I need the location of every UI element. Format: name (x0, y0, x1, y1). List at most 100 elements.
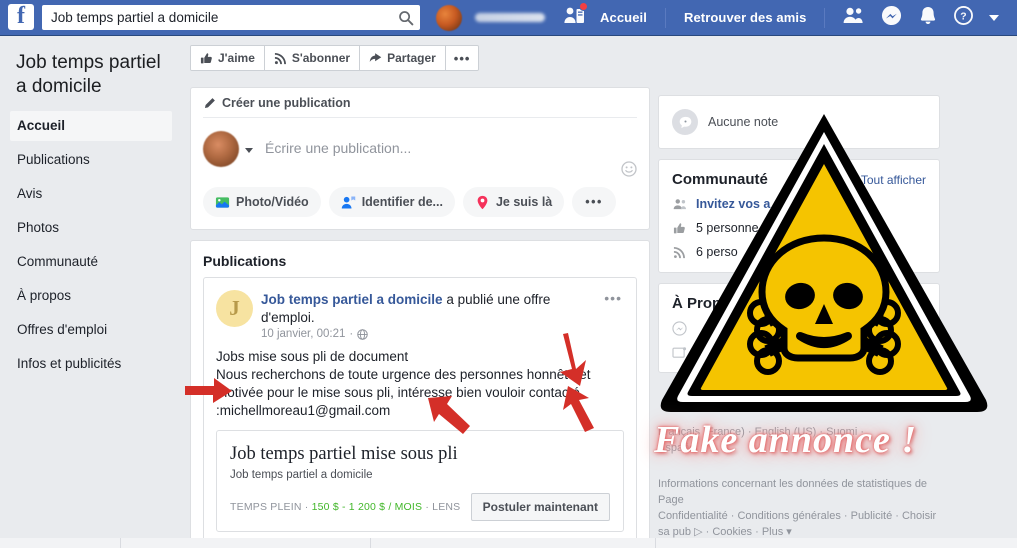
about-card: À Prop (658, 283, 940, 373)
bottom-strip (0, 538, 1017, 548)
facebook-logo-icon[interactable]: f (8, 3, 34, 30)
footer-languages-line2[interactable]: Español (658, 440, 950, 456)
job-sep-1: · (301, 501, 312, 513)
main-column: J'aime S'abonner Partager ••• Créer une … (190, 37, 650, 548)
checkin-label: Je suis là (495, 195, 553, 209)
right-column: Aucune note Communauté Tout afficher Inv… (658, 95, 940, 383)
post-timestamp[interactable]: 10 janvier, 00:21 (261, 328, 345, 340)
subscribe-button-label: S'abonner (291, 51, 351, 65)
user-avatar[interactable] (436, 4, 462, 31)
note-icon (672, 109, 698, 135)
help-icon[interactable]: ? (954, 5, 974, 30)
emoji-icon[interactable] (621, 161, 637, 177)
top-navigation-bar: f Accueil Retrouver des amis (0, 0, 1017, 36)
user-name-blurred[interactable] (475, 13, 545, 22)
job-type: TEMPS PLEIN (230, 501, 302, 513)
publications-section: Publications J Job temps partiel a domic… (190, 240, 650, 548)
tag-person-button[interactable]: Identifier de... (328, 187, 455, 217)
sidebar-item-accueil[interactable]: Accueil (10, 111, 172, 141)
community-title: Communauté (672, 171, 768, 188)
friends-icon[interactable] (842, 6, 865, 29)
search-box[interactable] (42, 5, 420, 30)
like-button[interactable]: J'aime (191, 46, 265, 70)
search-icon[interactable] (398, 10, 414, 26)
post: J Job temps partiel a domicile a publié … (203, 277, 637, 548)
follow-rss-icon (672, 246, 687, 259)
svg-text:?: ? (961, 11, 967, 22)
about-card-padding (659, 364, 939, 372)
checkin-button[interactable]: Je suis là (462, 187, 565, 217)
thumbs-up-icon (200, 52, 212, 63)
sidebar-item-publications[interactable]: Publications (10, 145, 172, 175)
sidebar-item-offres-emploi[interactable]: Offres d'emploi (10, 315, 172, 345)
page-title: Job temps partiel a domicile (16, 52, 161, 97)
rss-icon (274, 52, 286, 64)
more-options-button[interactable]: ••• (445, 46, 479, 70)
about-messenger-row[interactable] (659, 316, 939, 341)
page-likes-row[interactable]: 5 personne (659, 216, 939, 240)
search-input[interactable] (51, 10, 398, 25)
nav-divider (664, 7, 666, 28)
nav-home-link[interactable]: Accueil (593, 10, 654, 25)
post-composer: Créer une publication Écrire une publica… (190, 87, 650, 230)
page-followers-row[interactable]: 6 perso (659, 240, 939, 264)
footer-legal-links[interactable]: Confidentialité · Conditions générales ·… (658, 508, 950, 540)
page-card-icon (672, 346, 687, 359)
invite-friends-icon (672, 198, 687, 210)
account-caret-icon[interactable] (989, 14, 1000, 21)
composer-more-button[interactable]: ••• (572, 187, 616, 217)
footer-info: Informations concernant les données de s… (658, 478, 928, 506)
sidebar-item-photos[interactable]: Photos (10, 213, 172, 243)
post-avatar[interactable]: J (216, 290, 253, 327)
share-button[interactable]: Partager (360, 46, 446, 70)
left-sidebar: Job temps partiel a domicile Accueil Pub… (0, 37, 182, 383)
bottom-tick-3 (655, 538, 656, 548)
job-title: Job temps partiel mise sous pli (230, 444, 458, 464)
notifications-icon[interactable] (918, 5, 938, 31)
about-title: À Prop (672, 295, 722, 312)
sidebar-item-infos-publicites[interactable]: Infos et publicités (10, 349, 172, 379)
note-label: Aucune note (708, 115, 779, 129)
page-footer: Français (France) · English (US) · Suomi… (658, 424, 950, 548)
community-see-all-link[interactable]: Tout afficher (861, 173, 926, 187)
friend-requests-icon[interactable] (563, 2, 588, 30)
notification-badge (579, 2, 588, 11)
post-body-line-2: Nous recherchons de toute urgence des pe… (216, 367, 591, 418)
nav-find-friends-link[interactable]: Retrouver des amis (677, 10, 813, 25)
post-body: Jobs mise sous pli de document Nous rech… (204, 340, 636, 430)
sidebar-item-a-propos[interactable]: À propos (10, 281, 172, 311)
meta-dot: · (349, 328, 354, 340)
messenger-icon[interactable] (881, 5, 902, 31)
community-card: Communauté Tout afficher Invitez vos a 5… (658, 159, 940, 273)
post-menu-button[interactable]: ••• (604, 290, 624, 340)
post-byline: Job temps partiel a domicile a publié un… (261, 291, 596, 327)
share-button-label: Partager (387, 51, 436, 65)
job-terms: TEMPS PLEIN · 150 $ - 1 200 $ / MOIS · L… (230, 501, 460, 513)
note-card: Aucune note (658, 95, 940, 149)
composer-audience-caret-icon[interactable] (245, 148, 253, 153)
footer-languages[interactable]: Français (France) · English (US) · Suomi… (658, 424, 950, 440)
post-author-link[interactable]: Job temps partiel a domicile (261, 292, 443, 307)
page-followers-label: 6 perso (696, 245, 738, 259)
photo-video-label: Photo/Vidéo (236, 195, 309, 209)
invite-friends-label: Invitez vos a (696, 197, 771, 211)
note-row: Aucune note (659, 96, 939, 148)
apply-now-button[interactable]: Postuler maintenant (470, 493, 610, 521)
composer-avatar[interactable] (203, 131, 239, 167)
pencil-icon (204, 97, 215, 108)
facebook-page-screenshot: f Accueil Retrouver des amis (0, 0, 1017, 548)
photo-video-button[interactable]: Photo/Vidéo (203, 187, 321, 217)
sidebar-item-avis[interactable]: Avis (10, 179, 172, 209)
composer-input[interactable]: Écrire une publication... (265, 131, 615, 156)
post-header: J Job temps partiel a domicile a publié … (204, 278, 636, 340)
invite-friends-row[interactable]: Invitez vos a (659, 192, 939, 216)
composer-tab[interactable]: Créer une publication (191, 88, 649, 117)
sidebar-item-communaute[interactable]: Communauté (10, 247, 172, 277)
post-meta: 10 janvier, 00:21 · (261, 328, 596, 340)
job-listing-card[interactable]: Job temps partiel mise sous pli Job temp… (216, 430, 624, 532)
job-salary: 150 $ - 1 200 $ / MOIS (311, 501, 423, 513)
subscribe-button[interactable]: S'abonner (264, 46, 361, 70)
about-page-row[interactable] (659, 341, 939, 364)
composer-tab-label: Créer une publication (222, 96, 351, 110)
job-location: LENS (432, 501, 461, 513)
